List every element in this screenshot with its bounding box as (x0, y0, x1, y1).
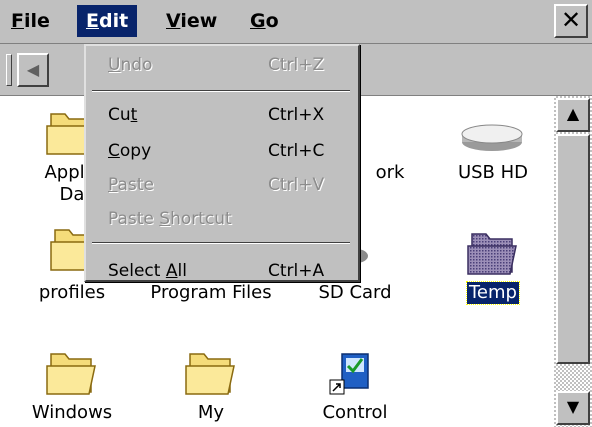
chevron-up-icon: ▲ (566, 104, 580, 123)
scroll-up-button[interactable]: ▲ (556, 98, 590, 132)
menu-item-undo[interactable]: Undo Ctrl+Z (108, 50, 348, 80)
menu-edit[interactable]: Edit (77, 5, 138, 37)
menu-item-copy[interactable]: Copy Ctrl+C (108, 136, 348, 166)
menu-item-paste-shortcut[interactable]: Paste Shortcut (108, 204, 348, 234)
folder-icon (146, 346, 276, 402)
scroll-thumb[interactable] (556, 134, 590, 364)
folder-icon (428, 226, 554, 282)
back-button[interactable]: ◀ (17, 53, 49, 87)
file-item[interactable]: Temp (428, 226, 554, 305)
menu-item-paste[interactable]: Paste Ctrl+V (108, 170, 348, 200)
control-panel-shortcut-icon (290, 346, 420, 402)
menu-item-select-all[interactable]: Select All Ctrl+A (108, 256, 348, 286)
toolbar-grip[interactable] (6, 54, 12, 86)
menu-file[interactable]: File (2, 5, 59, 37)
menu-go[interactable]: Go (241, 5, 288, 37)
folder-icon (7, 346, 137, 402)
file-item[interactable]: Control (290, 346, 420, 424)
vertical-scrollbar[interactable]: ▲ ▼ (554, 96, 592, 427)
scroll-down-button[interactable]: ▼ (556, 391, 590, 425)
menu-view[interactable]: View (157, 5, 226, 37)
chevron-down-icon: ▼ (566, 397, 580, 416)
back-arrow-icon: ◀ (26, 60, 40, 79)
file-item[interactable]: USB HD (428, 106, 554, 184)
close-button[interactable]: ✕ (554, 4, 588, 38)
file-item[interactable]: My (146, 346, 276, 424)
menu-separator (92, 242, 350, 244)
menu-separator (92, 90, 350, 92)
edit-menu-dropdown: Undo Ctrl+Z Cut Ctrl+X Copy Ctrl+C Paste… (84, 44, 360, 282)
close-icon: ✕ (560, 6, 582, 34)
menu-item-cut[interactable]: Cut Ctrl+X (108, 100, 348, 130)
menu-bar: File Edit View Go ✕ (0, 0, 592, 44)
usb-drive-icon (428, 106, 554, 162)
file-item[interactable]: Windows (7, 346, 137, 424)
